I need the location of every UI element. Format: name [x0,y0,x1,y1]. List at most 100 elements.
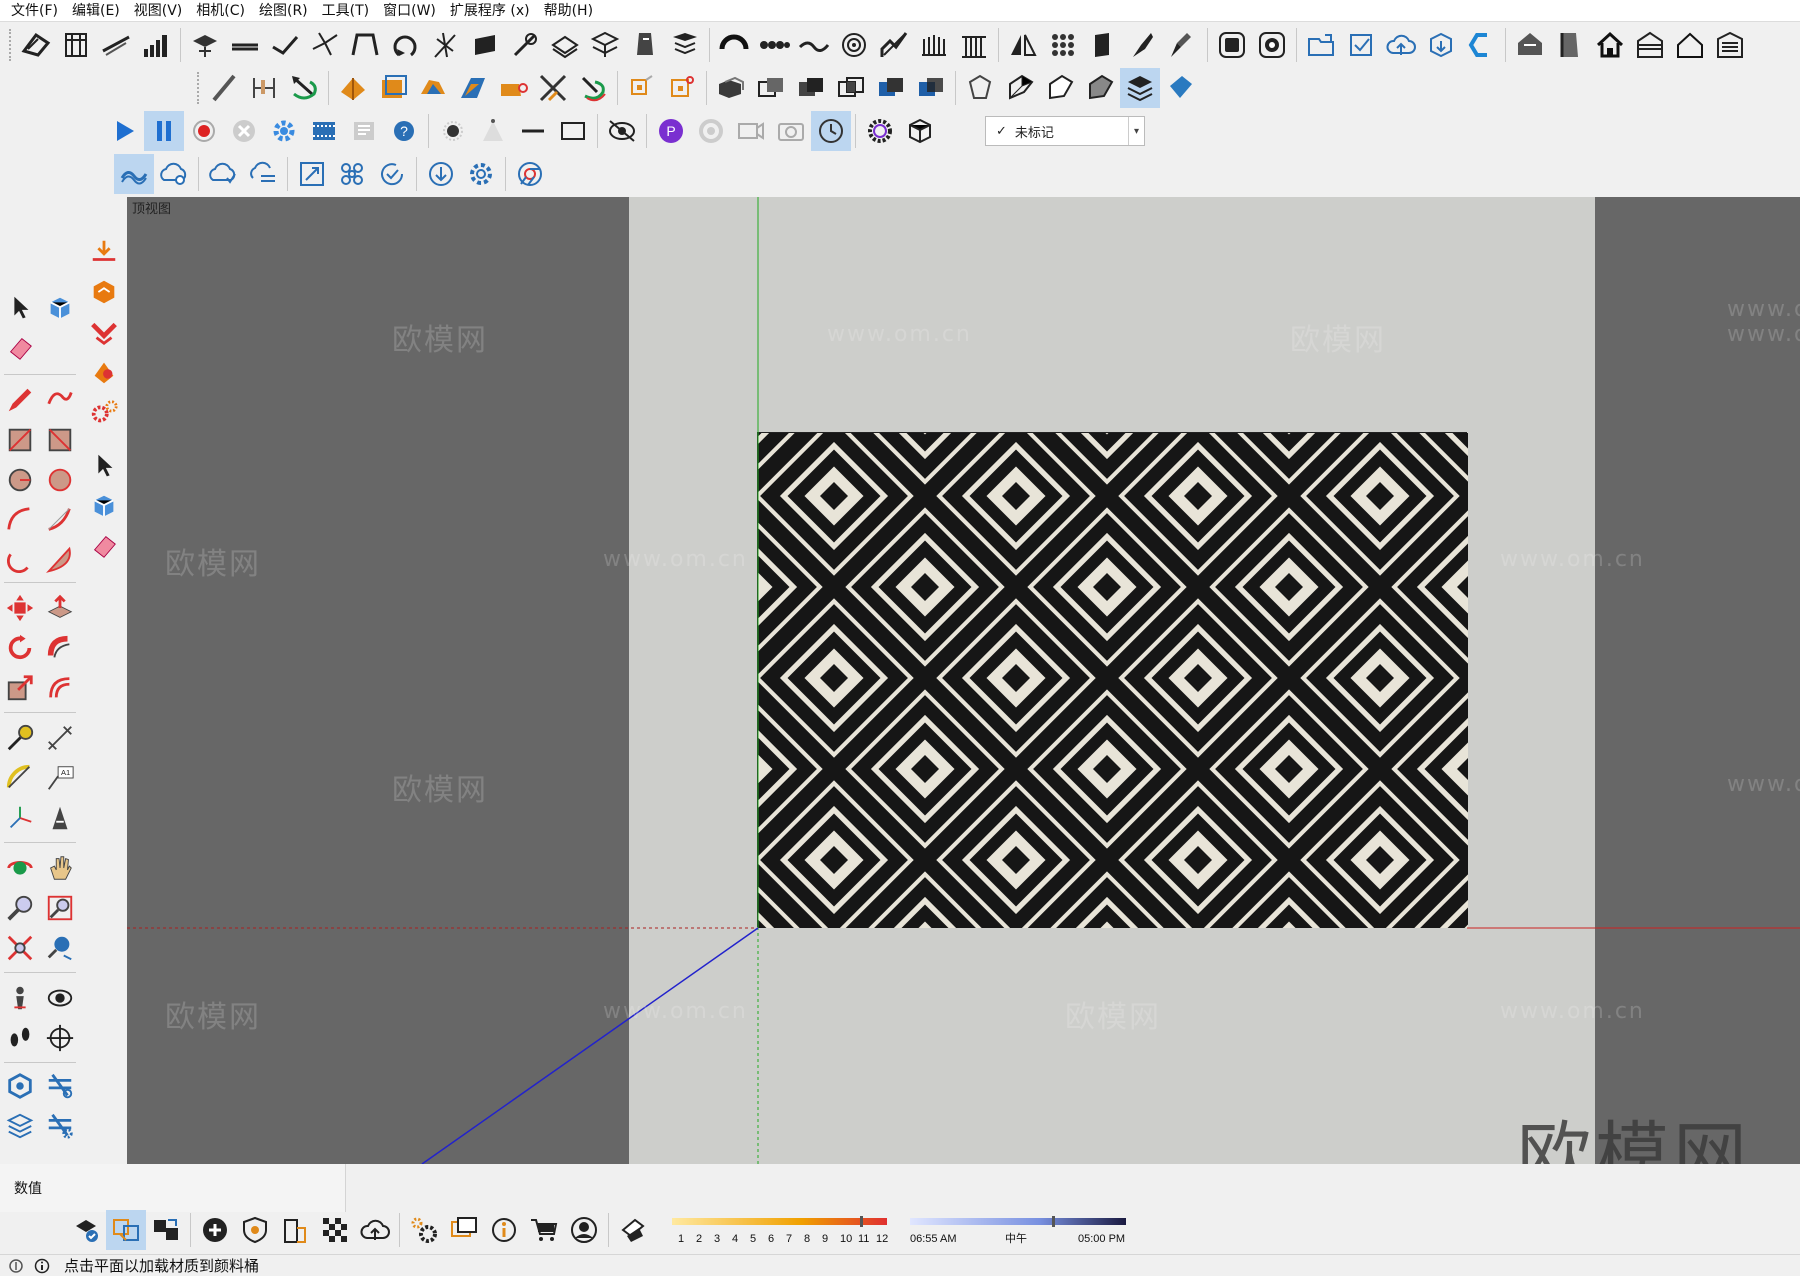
menu-draw[interactable]: 绘图(R) [252,0,315,22]
cloud-icon[interactable] [355,1210,395,1250]
line-tool-icon[interactable] [204,68,244,108]
building-icon[interactable] [275,1210,315,1250]
2pt-arc-icon[interactable] [40,500,80,540]
section-fill-icon[interactable] [505,25,545,65]
3pt-arc-icon[interactable] [0,540,40,580]
month-slider-handle[interactable] [860,1216,863,1227]
zoom-extents-icon[interactable] [0,928,40,968]
tape-icon[interactable] [625,25,665,65]
instructor-icon[interactable] [1212,25,1252,65]
trim-icon[interactable] [911,68,951,108]
sandbox-from-contours-icon[interactable] [16,25,56,65]
zoom-window-icon[interactable] [40,888,80,928]
taper-icon[interactable] [453,68,493,108]
balusters-icon[interactable] [914,25,954,65]
orbit-icon[interactable] [691,111,731,151]
scale-icon[interactable] [0,668,40,708]
settings-gears-icon[interactable] [404,1210,444,1250]
point-icon[interactable] [433,111,473,151]
style-hidden-line-icon[interactable] [1000,68,1040,108]
follow-path-icon[interactable] [284,68,324,108]
push-pull-icon[interactable] [40,588,80,628]
smoove-icon[interactable] [96,25,136,65]
menu-help[interactable]: 帮助(H) [537,0,600,22]
eraser-icon[interactable] [84,526,124,566]
extrude-icon[interactable] [373,68,413,108]
folder-icon[interactable] [1301,25,1341,65]
toolbar-grip[interactable] [9,29,13,61]
walk-icon[interactable] [0,1018,40,1058]
shed-icon[interactable] [1630,25,1670,65]
pan-hand-icon[interactable] [40,848,80,888]
follow-me-tool-icon[interactable] [40,628,80,668]
gear-circle-icon[interactable] [860,111,900,151]
menu-window[interactable]: 窗口(W) [376,0,443,22]
add-circle-icon[interactable] [195,1210,235,1250]
array-icon[interactable] [1043,25,1083,65]
intersect-icon[interactable] [385,25,425,65]
check-icon[interactable] [1341,25,1381,65]
book-icon[interactable] [1550,25,1590,65]
plugin-chevron-icon[interactable] [84,312,124,352]
rotate-icon[interactable] [0,628,40,668]
shadows-toggle-icon[interactable] [613,1210,653,1250]
chat-icon[interactable] [444,1210,484,1250]
layers-stack-icon[interactable] [0,1106,40,1146]
chrome-icon[interactable] [510,154,550,194]
style-shaded-icon[interactable] [1040,68,1080,108]
section-plane-icon[interactable] [425,25,465,65]
layer-tool-icon[interactable] [40,1066,80,1106]
menu-edit[interactable]: 编辑(E) [65,0,127,22]
plugin-paint-icon[interactable] [84,352,124,392]
shell-icon[interactable] [413,68,453,108]
shadow-timeline[interactable]: 1 2 3 4 5 6 7 8 9 10 11 12 06:55 AM 中午 05:00 PM [670,1214,1130,1250]
3d-warehouse-icon[interactable] [1421,25,1461,65]
chain-icon[interactable] [754,25,794,65]
pie-icon[interactable] [40,540,80,580]
tape-measure-icon[interactable] [0,718,40,758]
extension-warehouse-icon[interactable] [1461,25,1501,65]
cloud-list-icon[interactable] [243,154,283,194]
freehand-icon[interactable] [40,380,80,420]
stop-icon[interactable] [224,111,264,151]
select-arrow-icon[interactable] [84,446,124,486]
cart-icon[interactable] [524,1210,564,1250]
clock-icon[interactable] [811,111,851,151]
dimensions-icon[interactable] [40,718,80,758]
previous-view-icon[interactable] [40,928,80,968]
film-icon[interactable] [304,111,344,151]
style-wireframe-icon[interactable] [960,68,1000,108]
chevron-down-icon[interactable]: ▾ [1128,117,1144,145]
section-cuts-icon[interactable] [465,25,505,65]
subtract-icon[interactable] [871,68,911,108]
doors-icon[interactable] [1083,25,1123,65]
checker-icon[interactable] [315,1210,355,1250]
cloud-check-icon[interactable] [203,154,243,194]
export-icon[interactable] [344,111,384,151]
make-component-icon[interactable] [40,288,80,328]
knife-icon[interactable] [1123,25,1163,65]
stairs-icon[interactable] [874,25,914,65]
zoom-icon[interactable] [0,888,40,928]
download-icon[interactable] [421,154,461,194]
mirror-icon[interactable] [1003,25,1043,65]
swap-icon[interactable] [106,1210,146,1250]
arc-icon[interactable] [714,25,754,65]
sandbox-from-scratch-icon[interactable] [56,25,96,65]
shield-icon[interactable] [235,1210,275,1250]
house-roof-icon[interactable] [1510,25,1550,65]
cloud-sync-icon[interactable] [114,154,154,194]
info-icon[interactable] [484,1210,524,1250]
plugin-hexagon-icon[interactable] [84,272,124,312]
face-slide-icon[interactable] [493,68,533,108]
account-icon[interactable] [564,1210,604,1250]
gear-icon[interactable] [461,154,501,194]
text-icon[interactable] [665,25,705,65]
section-plane-tool-icon[interactable] [40,1018,80,1058]
toolbar-grip[interactable] [197,72,201,104]
time-slider-handle[interactable] [1052,1216,1055,1227]
intersect-solid-icon[interactable] [791,68,831,108]
add-detail-icon[interactable] [225,25,265,65]
spiral-icon[interactable] [834,25,874,65]
play-icon[interactable] [104,111,144,151]
